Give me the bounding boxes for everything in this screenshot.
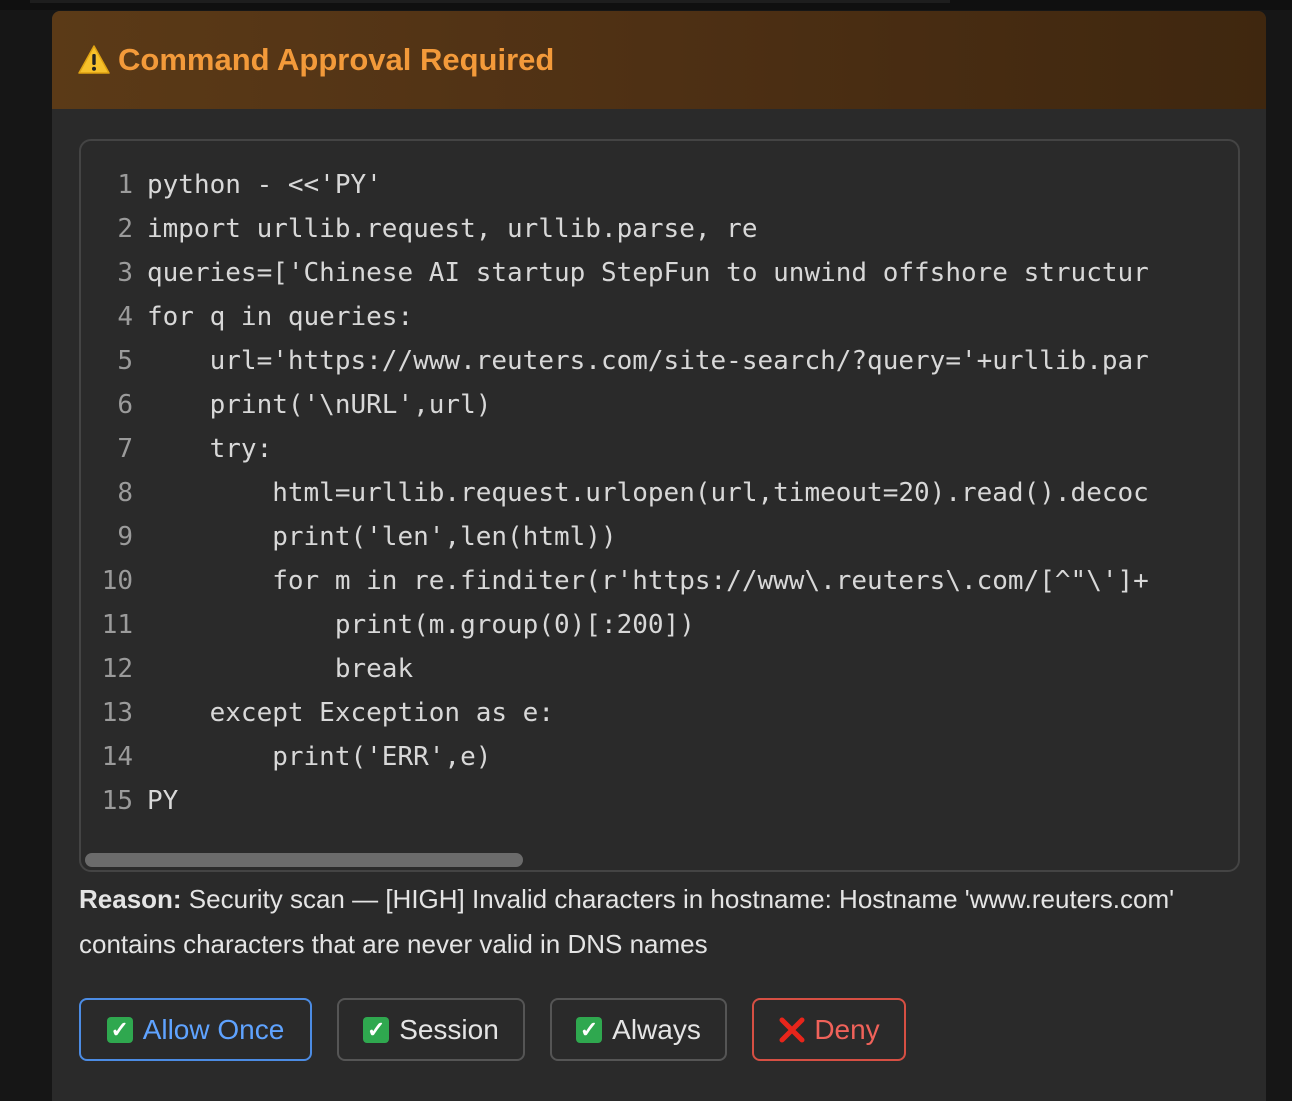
code-line: 6 print('\nURL',url) (81, 383, 1218, 427)
code-line: 3 queries=['Chinese AI startup StepFun to… (81, 251, 1218, 295)
deny-label: Deny (814, 1013, 880, 1045)
session-button[interactable]: ✓ Session (337, 998, 525, 1061)
line-number: 13 (101, 698, 133, 728)
check-icon: ✓ (106, 1016, 133, 1043)
allow-once-label: Allow Once (142, 1013, 285, 1045)
line-number: 2 (117, 214, 133, 244)
code-line: 4 for q in queries: (81, 295, 1218, 339)
reason-text: Reason: Security scan — [HIGH] Invalid c… (79, 877, 1199, 967)
code-lines: 1 python - <<'PY' 2 import urllib.request, … (81, 163, 1218, 823)
top-divider (30, 0, 950, 3)
cross-icon (779, 1017, 805, 1042)
code-text: print('len',len(html)) (147, 522, 617, 552)
dialog-title: Command Approval Required (78, 42, 554, 78)
line-number: 11 (101, 610, 133, 640)
code-text: queries=['Chinese AI startup StepFun to … (147, 258, 1149, 288)
code-line: 7 try: (81, 427, 1218, 471)
code-line: 1 python - <<'PY' (81, 163, 1218, 207)
warning-icon (78, 45, 110, 74)
code-line: 14 print('ERR',e) (81, 735, 1218, 779)
code-text: break (147, 654, 414, 684)
code-text: except Exception as e: (147, 698, 554, 728)
reason-label: Reason: (79, 884, 182, 914)
code-text: print('ERR',e) (147, 742, 492, 772)
check-icon: ✓ (576, 1016, 603, 1043)
dialog-header: Command Approval Required (52, 11, 1266, 109)
code-text: html=urllib.request.urlopen(url,timeout=… (147, 478, 1149, 508)
allow-once-button[interactable]: ✓ Allow Once (79, 998, 312, 1061)
deny-button[interactable]: Deny (752, 998, 906, 1061)
always-button[interactable]: ✓ Always (550, 998, 727, 1061)
line-number: 7 (117, 434, 133, 464)
code-text: python - <<'PY' (147, 170, 382, 200)
always-label: Always (612, 1013, 701, 1045)
code-line: 11 print(m.group(0)[:200]) (81, 603, 1218, 647)
code-text: url='https://www.reuters.com/site-search… (147, 346, 1149, 376)
code-text: try: (147, 434, 273, 464)
code-text: print(m.group(0)[:200]) (147, 610, 695, 640)
code-line: 12 break (81, 647, 1218, 691)
line-number: 15 (101, 786, 133, 816)
code-text: print('\nURL',url) (147, 390, 492, 420)
code-text: for m in re.finditer(r'https://www\.reut… (147, 566, 1149, 596)
line-number: 4 (117, 302, 133, 332)
approval-dialog: Command Approval Required 1 python - <<'P… (52, 11, 1266, 1101)
dialog-title-text: Command Approval Required (118, 42, 555, 77)
code-line: 5 url='https://www.reuters.com/site-sear… (81, 339, 1218, 383)
code-text: import urllib.request, urllib.parse, re (147, 214, 758, 244)
line-number: 12 (101, 654, 133, 684)
code-line: 10 for m in re.finditer(r'https://www\.r… (81, 559, 1218, 603)
session-label: Session (399, 1013, 499, 1045)
horizontal-scrollbar[interactable] (85, 853, 523, 867)
code-line: 9 print('len',len(html)) (81, 515, 1218, 559)
code-line: 8 html=urllib.request.urlopen(url,timeou… (81, 471, 1218, 515)
code-line: 2 import urllib.request, urllib.parse, re (81, 207, 1218, 251)
code-line: 15 PY (81, 779, 1218, 823)
check-icon: ✓ (363, 1016, 390, 1043)
line-number: 8 (117, 478, 133, 508)
reason-message: Security scan — [HIGH] Invalid character… (79, 884, 1175, 959)
action-buttons: ✓ Allow Once ✓ Session ✓ Always Deny (79, 998, 931, 1061)
code-text: PY (147, 786, 179, 816)
line-number: 10 (101, 566, 133, 596)
line-number: 3 (117, 258, 133, 288)
command-code-block[interactable]: 1 python - <<'PY' 2 import urllib.request, … (79, 139, 1240, 872)
code-text: for q in queries: (147, 302, 414, 332)
code-line: 13 except Exception as e: (81, 691, 1218, 735)
line-number: 6 (117, 390, 133, 420)
line-number: 5 (117, 346, 133, 376)
line-number: 9 (117, 522, 133, 552)
line-number: 14 (101, 742, 133, 772)
line-number: 1 (117, 170, 133, 200)
top-strip (0, 0, 1292, 10)
